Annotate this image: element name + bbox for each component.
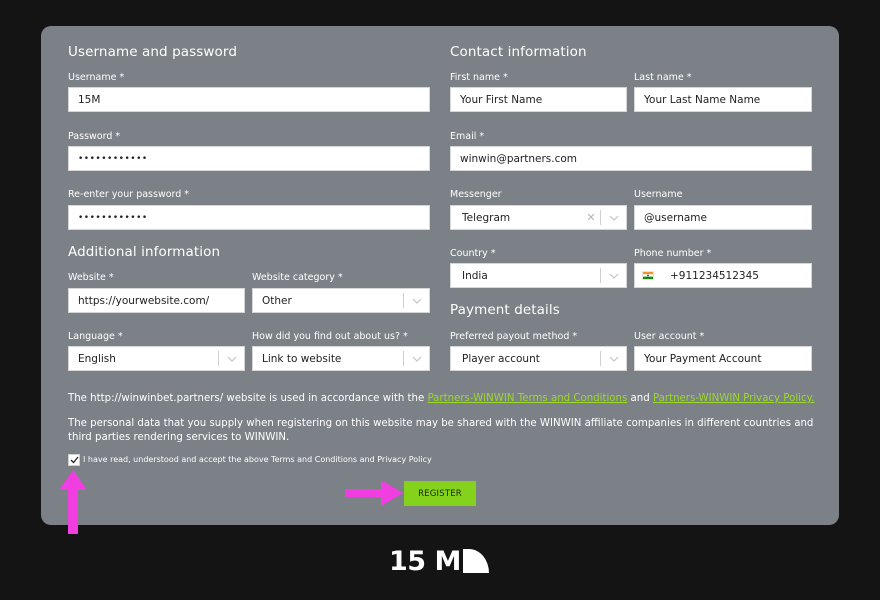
reenter-password-label: Re-enter your password * xyxy=(68,189,190,200)
messenger-username-input[interactable]: @username xyxy=(634,205,812,230)
reenter-password-value: •••••••••••• xyxy=(78,212,148,223)
registration-card: Username and password Username * 15M Pas… xyxy=(41,26,839,525)
section-title-contact: Contact information xyxy=(450,44,587,60)
india-flag-icon[interactable] xyxy=(642,271,654,280)
found-us-value: Link to website xyxy=(262,352,342,365)
email-input[interactable]: winwin@partners.com xyxy=(450,146,812,171)
payout-method-value: Player account xyxy=(462,352,540,365)
website-category-select[interactable]: Other xyxy=(252,288,430,313)
arrow-right-icon xyxy=(345,480,403,506)
brand-logo-text: 15 M xyxy=(389,545,461,577)
website-label: Website * xyxy=(68,272,114,283)
found-us-label: How did you find out about us? * xyxy=(252,331,408,342)
checkmark-icon xyxy=(70,456,79,464)
payout-method-label: Preferred payout method * xyxy=(450,331,578,342)
first-name-value: Your First Name xyxy=(460,93,543,106)
user-account-input[interactable]: Your Payment Account xyxy=(634,346,812,371)
chevron-down-icon[interactable] xyxy=(601,264,626,287)
phone-value: +911234512345 xyxy=(670,269,759,282)
phone-label: Phone number * xyxy=(634,248,712,259)
username-input[interactable]: 15M xyxy=(68,87,430,112)
accept-terms-label: I have read, understood and accept the a… xyxy=(83,455,432,464)
website-category-label: Website category * xyxy=(252,272,343,283)
terms-and: and xyxy=(627,393,653,404)
country-label: Country * xyxy=(450,248,496,259)
email-value: winwin@partners.com xyxy=(460,152,578,165)
messenger-select[interactable]: Telegram ✕ xyxy=(450,205,627,230)
register-button[interactable]: REGISTER xyxy=(404,481,476,506)
username-value: 15M xyxy=(78,93,101,106)
section-title-payment: Payment details xyxy=(450,302,560,318)
language-select[interactable]: English xyxy=(68,346,245,371)
country-value: India xyxy=(462,269,488,282)
language-label: Language * xyxy=(68,331,123,342)
first-name-input[interactable]: Your First Name xyxy=(450,87,627,112)
logo-quarter-shape-icon xyxy=(462,549,489,573)
terms-line-prefix: The http://winwinbet.partners/ website i… xyxy=(68,393,428,404)
privacy-link[interactable]: Partners-WINWIN Privacy Policy. xyxy=(653,393,814,404)
language-value: English xyxy=(78,352,116,365)
first-name-label: First name * xyxy=(450,72,508,83)
terms-line: The http://winwinbet.partners/ website i… xyxy=(68,392,818,406)
chevron-down-icon[interactable] xyxy=(404,289,429,312)
messenger-label: Messenger xyxy=(450,189,502,200)
website-category-value: Other xyxy=(262,294,292,307)
arrow-up-icon xyxy=(59,470,87,534)
clear-icon[interactable]: ✕ xyxy=(582,206,600,229)
password-input[interactable]: •••••••••••• xyxy=(68,146,430,171)
last-name-input[interactable]: Your Last Name Name xyxy=(634,87,812,112)
website-value: https://yourwebsite.com/ xyxy=(78,294,210,307)
password-value: •••••••••••• xyxy=(78,153,148,164)
chevron-down-icon[interactable] xyxy=(219,347,244,370)
last-name-value: Your Last Name Name xyxy=(644,93,761,106)
section-title-username-password: Username and password xyxy=(68,44,237,60)
website-input[interactable]: https://yourwebsite.com/ xyxy=(68,288,245,313)
section-title-additional: Additional information xyxy=(68,244,221,260)
username-label: Username * xyxy=(68,72,125,83)
reenter-password-input[interactable]: •••••••••••• xyxy=(68,205,430,230)
phone-input[interactable]: +911234512345 xyxy=(634,263,812,288)
user-account-value: Your Payment Account xyxy=(644,352,762,365)
chevron-down-icon[interactable] xyxy=(601,206,626,229)
last-name-label: Last name * xyxy=(634,72,692,83)
found-us-select[interactable]: Link to website xyxy=(252,346,430,371)
password-label: Password * xyxy=(68,131,121,142)
messenger-username-value: @username xyxy=(644,211,707,224)
country-select[interactable]: India xyxy=(450,263,627,288)
terms-link[interactable]: Partners-WINWIN Terms and Conditions xyxy=(428,393,628,404)
accept-terms-checkbox[interactable] xyxy=(68,454,80,466)
chevron-down-icon[interactable] xyxy=(404,347,429,370)
chevron-down-icon[interactable] xyxy=(601,347,626,370)
user-account-label: User account * xyxy=(634,331,705,342)
messenger-value: Telegram xyxy=(462,211,511,224)
data-sharing-notice: The personal data that you supply when r… xyxy=(68,418,814,443)
payout-method-select[interactable]: Player account xyxy=(450,346,627,371)
messenger-username-label: Username xyxy=(634,189,683,200)
brand-logo: 15 M xyxy=(389,545,489,577)
email-label: Email * xyxy=(450,131,485,142)
